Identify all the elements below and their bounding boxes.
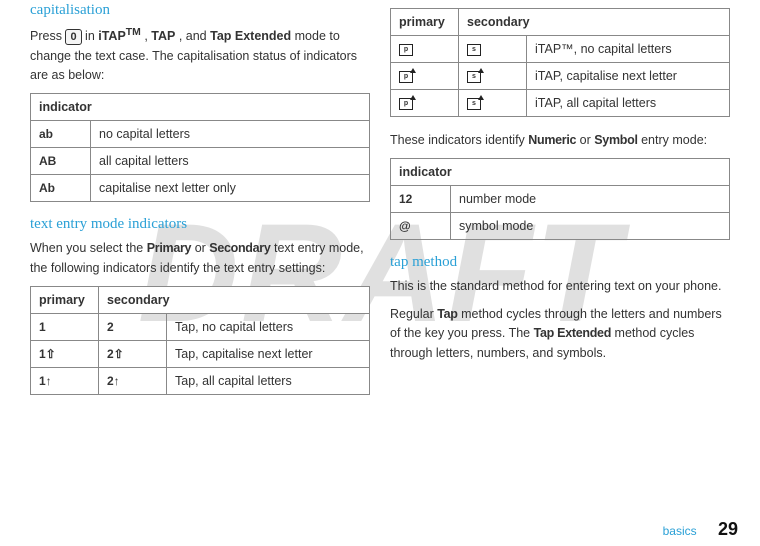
itap-primary-up-icon: p: [399, 71, 413, 83]
tap-primary-up-icon: 1⇧: [39, 347, 56, 361]
table-row: p s iTAP, all capital letters: [391, 90, 730, 117]
itap-primary-icon: p: [399, 44, 413, 56]
table-header-row: indicator: [391, 159, 730, 186]
word-tap: Tap: [437, 307, 457, 321]
tap-secondary-up-icon: 2⇧: [107, 347, 124, 361]
page-footer: basics 29: [663, 519, 738, 540]
mode-itap: iTAPTM: [98, 29, 141, 43]
text: , and: [179, 29, 210, 43]
tap-desc: Tap, no capital letters: [167, 314, 370, 341]
itap-desc: iTAP™, no capital letters: [527, 36, 730, 63]
word-symbol: Symbol: [594, 133, 637, 147]
text-entry-paragraph: When you select the Primary or Secondary…: [30, 239, 370, 278]
indicator-desc: capitalise next letter only: [91, 175, 370, 202]
tap-primary-icon: 1: [39, 320, 46, 334]
indicator-desc: symbol mode: [451, 213, 730, 240]
tap-desc: Tap, capitalise next letter: [167, 341, 370, 368]
mode-tap: TAP: [151, 29, 175, 43]
text: Press: [30, 29, 65, 43]
itap-indicator-table: primary secondary p s iTAP™, no capital …: [390, 8, 730, 117]
indicator-desc: no capital letters: [91, 121, 370, 148]
numeric-symbol-paragraph: These indicators identify Numeric or Sym…: [390, 131, 730, 150]
capitalisation-paragraph: Press 0 in iTAPTM , TAP , and Tap Extend…: [30, 25, 370, 85]
table-row: 12 number mode: [391, 186, 730, 213]
text: These indicators identify: [390, 133, 528, 147]
footer-page-number: 29: [718, 519, 738, 539]
table-row: Ab capitalise next letter only: [31, 175, 370, 202]
key-zero: 0: [65, 29, 81, 45]
mode-tap-extended: Tap Extended: [210, 29, 291, 43]
itap-secondary-icon: s: [467, 44, 481, 56]
tap-secondary-icon: 2: [107, 320, 114, 334]
numeric-symbol-table: indicator 12 number mode @ symbol mode: [390, 158, 730, 240]
indicator-ab-icon: ab: [39, 127, 53, 141]
tap-indicator-table: primary secondary 1 2 Tap, no capital le…: [30, 286, 370, 395]
indicator-desc: all capital letters: [91, 148, 370, 175]
indicator-12-icon: 12: [399, 192, 412, 206]
table-header-row: indicator: [31, 94, 370, 121]
table-row: 1 2 Tap, no capital letters: [31, 314, 370, 341]
itap-primary-solidup-icon: p: [399, 98, 413, 110]
table-row: AB all capital letters: [31, 148, 370, 175]
right-column: primary secondary p s iTAP™, no capital …: [380, 0, 740, 409]
tap-desc: Tap, all capital letters: [167, 368, 370, 395]
itap-desc: iTAP, capitalise next letter: [527, 63, 730, 90]
tap-method-p2: Regular Tap method cycles through the le…: [390, 305, 730, 363]
table-header-row: primary secondary: [391, 9, 730, 36]
word-tap-extended: Tap Extended: [534, 326, 611, 340]
header-primary: primary: [31, 287, 99, 314]
heading-capitalisation: capitalisation: [30, 2, 370, 19]
footer-section: basics: [663, 524, 697, 538]
indicator-desc: number mode: [451, 186, 730, 213]
itap-secondary-up-icon: s: [467, 71, 481, 83]
tap-primary-solidup-icon: 1↑: [39, 374, 52, 388]
table-row: @ symbol mode: [391, 213, 730, 240]
table-row: 1↑ 2↑ Tap, all capital letters: [31, 368, 370, 395]
left-column: capitalisation Press 0 in iTAPTM , TAP ,…: [20, 0, 380, 409]
word-numeric: Numeric: [528, 133, 576, 147]
tap-method-p1: This is the standard method for entering…: [390, 277, 730, 296]
header-indicator: indicator: [31, 94, 370, 121]
text: or: [195, 241, 210, 255]
indicator-at-icon: @: [399, 219, 411, 233]
table-row: p s iTAP™, no capital letters: [391, 36, 730, 63]
indicator-ab-caps-icon: AB: [39, 154, 56, 168]
header-indicator: indicator: [391, 159, 730, 186]
heading-tap-method: tap method: [390, 254, 730, 271]
word-primary: Primary: [147, 241, 191, 255]
word-secondary: Secondary: [209, 241, 270, 255]
itap-desc: iTAP, all capital letters: [527, 90, 730, 117]
table-row: p s iTAP, capitalise next letter: [391, 63, 730, 90]
tap-secondary-solidup-icon: 2↑: [107, 374, 120, 388]
table-row: ab no capital letters: [31, 121, 370, 148]
text: or: [580, 133, 595, 147]
table-row: 1⇧ 2⇧ Tap, capitalise next letter: [31, 341, 370, 368]
text: When you select the: [30, 241, 147, 255]
header-secondary: secondary: [459, 9, 730, 36]
page-content: capitalisation Press 0 in iTAPTM , TAP ,…: [0, 0, 760, 409]
table-header-row: primary secondary: [31, 287, 370, 314]
itap-secondary-solidup-icon: s: [467, 98, 481, 110]
capitalisation-table: indicator ab no capital letters AB all c…: [30, 93, 370, 202]
header-primary: primary: [391, 9, 459, 36]
text: entry mode:: [641, 133, 707, 147]
text: in: [85, 29, 98, 43]
indicator-ab-mixed-icon: Ab: [39, 181, 55, 195]
header-secondary: secondary: [99, 287, 370, 314]
heading-text-entry-modes: text entry mode indicators: [30, 216, 370, 233]
text: Regular: [390, 307, 437, 321]
